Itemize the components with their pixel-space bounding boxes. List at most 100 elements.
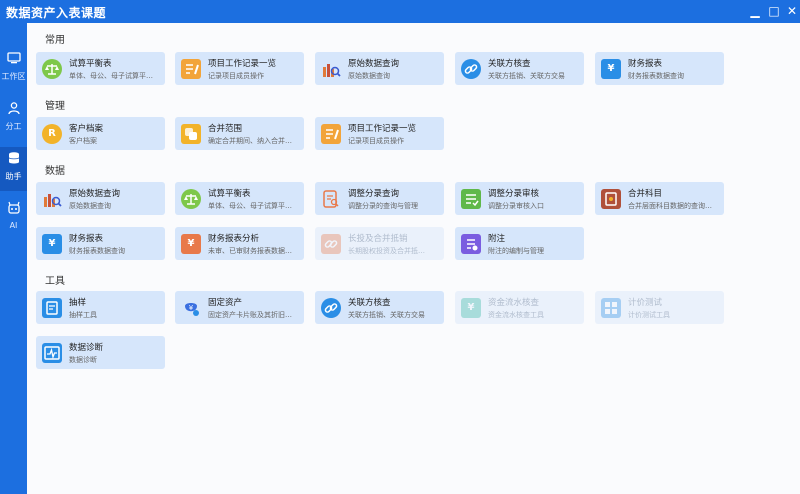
users-icon <box>7 102 20 115</box>
card-title: 财务报表分析 <box>208 234 260 244</box>
card-financial-statements-2[interactable]: ¥ 财务报表 财务报表数据查询 <box>36 227 165 260</box>
card-financial-statements[interactable]: ¥ 财务报表 财务报表数据查询 <box>595 52 724 85</box>
sidebar-item-assistant[interactable]: 助手 <box>0 147 27 191</box>
card-description: 单体、母公、母子试算平… <box>208 202 292 210</box>
card-title: 关联方核查 <box>488 59 531 69</box>
merge-account-icon <box>601 189 621 209</box>
merge-scope-icon <box>181 124 201 144</box>
card-sampling[interactable]: 抽样 抽样工具 <box>36 291 165 324</box>
card-description: 附注的编制与管理 <box>488 247 544 255</box>
report-analysis-icon: ¥ <box>181 234 201 254</box>
card-description: 固定资产卡片账及其折旧… <box>208 311 292 319</box>
data-diagnosis-icon <box>42 343 62 363</box>
sidebar-item-label: 分工 <box>5 122 22 131</box>
card-title: 试算平衡表 <box>208 189 251 199</box>
card-trial-balance-2[interactable]: 试算平衡表 单体、母公、母子试算平… <box>175 182 304 215</box>
entry-search-icon <box>321 189 341 209</box>
card-title: 项目工作记录一览 <box>348 124 417 134</box>
card-description: 原始数据查询 <box>69 202 111 210</box>
card-adjusting-entry-query[interactable]: 调整分录查询 调整分录的查询与管理 <box>315 182 444 215</box>
card-title: 试算平衡表 <box>69 59 112 69</box>
pricing-test-icon <box>601 298 621 318</box>
notepad-icon <box>181 59 201 79</box>
card-description: 单体、母公、母子试算平… <box>69 72 153 80</box>
card-fixed-assets[interactable]: ¥ 固定资产 固定资产卡片账及其折旧… <box>175 291 304 324</box>
card-title: 附注 <box>488 234 506 244</box>
sidebar-item-workspace[interactable]: 工作区 <box>0 47 27 91</box>
sidebar-item-label: 助手 <box>5 172 22 181</box>
card-description: 未审、已审财务报表数据… <box>208 247 292 255</box>
data-search-icon <box>321 59 341 79</box>
card-cash-flow-check: ¥ 资金流水核查 资金流水核查工具 <box>455 291 584 324</box>
card-project-work-log[interactable]: 项目工作记录一览 记录项目成员操作 <box>175 52 304 85</box>
card-title: 原始数据查询 <box>348 59 400 69</box>
card-investment-offset: 长投及合并抵销 长期股权投资及合并抵… <box>315 227 444 260</box>
card-title: 合并范围 <box>208 124 243 134</box>
card-title: 固定资产 <box>208 298 243 308</box>
card-title: 关联方核查 <box>348 298 391 308</box>
sampling-icon <box>42 298 62 318</box>
card-title: 合并科目 <box>628 189 663 199</box>
card-title: 财务报表 <box>628 59 663 69</box>
card-title: 原始数据查询 <box>69 189 121 199</box>
customer-file-icon: R <box>42 124 62 144</box>
sidebar-item-assignment[interactable]: 分工 <box>0 97 27 141</box>
card-notes[interactable]: 附注 附注的编制与管理 <box>455 227 584 260</box>
sidebar-item-label: AI <box>9 221 18 230</box>
notes-icon <box>461 234 481 254</box>
card-title: 资金流水核查 <box>488 298 540 308</box>
card-adjusting-entry-review[interactable]: 调整分录审核 调整分录审核入口 <box>455 182 584 215</box>
card-title: 调整分录审核 <box>488 189 540 199</box>
finance-report-icon: ¥ <box>42 234 62 254</box>
card-title: 抽样 <box>69 298 87 308</box>
card-description: 资金流水核查工具 <box>488 311 544 319</box>
minimize-button[interactable]: ▁ <box>747 3 763 19</box>
svg-text:¥: ¥ <box>189 304 194 312</box>
close-button[interactable]: ✕ <box>784 3 800 19</box>
card-related-party-check[interactable]: 关联方核查 关联方抵销、关联方交易 <box>455 52 584 85</box>
monitor-icon <box>6 52 21 64</box>
investment-offset-icon <box>321 234 341 254</box>
card-description: 抽样工具 <box>69 311 97 319</box>
fixed-asset-icon: ¥ <box>181 298 201 318</box>
sidebar-item-label: 工作区 <box>1 72 26 81</box>
robot-icon <box>7 201 20 214</box>
card-financial-statement-analysis[interactable]: ¥ 财务报表分析 未审、已审财务报表数据… <box>175 227 304 260</box>
card-description: 记录项目成员操作 <box>348 137 404 145</box>
link-icon <box>321 298 341 318</box>
card-data-diagnosis[interactable]: 数据诊断 数据诊断 <box>36 336 165 369</box>
card-pricing-test: 计价测试 计价测试工具 <box>595 291 724 324</box>
main-content: 常用 试算平衡表 单体、母公、母子试算平… 项目工作记录一览 记录项目成员操作 … <box>27 23 800 494</box>
card-consolidation-scope[interactable]: 合并范围 确定合并期间、纳入合并… <box>175 117 304 150</box>
card-title: 财务报表 <box>69 234 104 244</box>
card-description: 财务报表数据查询 <box>69 247 125 255</box>
section-title-common: 常用 <box>45 35 65 46</box>
title-bar: 数据资产入表课题 ▁ □ ✕ <box>0 0 800 23</box>
card-description: 调整分录的查询与管理 <box>348 202 418 210</box>
finance-report-icon: ¥ <box>601 59 621 79</box>
card-description: 计价测试工具 <box>628 311 670 319</box>
window-title: 数据资产入表课题 <box>6 6 107 20</box>
card-consolidated-accounts[interactable]: 合并科目 合并层面科目数据的查询… <box>595 182 724 215</box>
card-description: 客户档案 <box>69 137 97 145</box>
card-customer-file[interactable]: R 客户档案 客户档案 <box>36 117 165 150</box>
card-project-work-log-2[interactable]: 项目工作记录一览 记录项目成员操作 <box>315 117 444 150</box>
sidebar-item-ai[interactable]: AI <box>0 197 27 241</box>
maximize-button[interactable]: □ <box>766 3 782 19</box>
cash-flow-icon: ¥ <box>461 298 481 318</box>
database-icon <box>8 152 19 164</box>
scale-icon <box>181 189 201 209</box>
card-description: 关联方抵销、关联方交易 <box>488 72 565 80</box>
card-raw-data-query[interactable]: 原始数据查询 原始数据查询 <box>315 52 444 85</box>
card-title: 项目工作记录一览 <box>208 59 277 69</box>
card-trial-balance[interactable]: 试算平衡表 单体、母公、母子试算平… <box>36 52 165 85</box>
card-related-party-check-2[interactable]: 关联方核查 关联方抵销、关联方交易 <box>315 291 444 324</box>
card-title: 调整分录查询 <box>348 189 400 199</box>
link-icon <box>461 59 481 79</box>
data-search-icon <box>42 189 62 209</box>
card-description: 合并层面科目数据的查询… <box>628 202 712 210</box>
section-title-manage: 管理 <box>45 101 65 112</box>
card-raw-data-query-2[interactable]: 原始数据查询 原始数据查询 <box>36 182 165 215</box>
card-description: 数据诊断 <box>69 356 97 364</box>
card-description: 关联方抵销、关联方交易 <box>348 311 425 319</box>
